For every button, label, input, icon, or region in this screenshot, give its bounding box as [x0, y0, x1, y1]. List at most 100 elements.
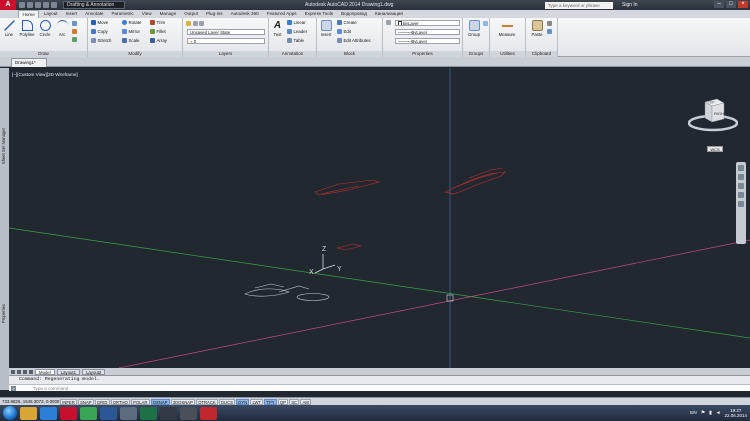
pan-icon[interactable]: [738, 174, 744, 180]
edit-attributes-button[interactable]: Edit Attributes: [337, 38, 371, 43]
showmotion-icon[interactable]: [738, 201, 744, 207]
flag-icon[interactable]: ⚑: [701, 411, 705, 416]
search-input[interactable]: Type a keyword or phrase: [545, 1, 613, 9]
status-toggle-ortho[interactable]: ORTHO: [110, 398, 130, 405]
network-icon[interactable]: ▮: [709, 411, 712, 416]
volume-icon[interactable]: ◄: [716, 411, 721, 416]
text-tool[interactable]: A Text: [271, 20, 284, 37]
status-toggle-tpy[interactable]: TPY: [264, 398, 277, 405]
group-extra[interactable]: [483, 21, 488, 26]
drawing-canvas[interactable]: Z Y X: [9, 68, 750, 368]
model-tab[interactable]: Model: [35, 368, 55, 375]
status-toggle-ducs[interactable]: DUCS: [218, 398, 236, 405]
match-properties-button[interactable]: [386, 20, 391, 25]
scale-button[interactable]: Scale: [122, 38, 139, 43]
line-tool[interactable]: Line: [2, 20, 16, 37]
sheet-set-manager-tab[interactable]: Sheet Set Manager: [1, 128, 6, 164]
open-icon[interactable]: [27, 2, 33, 8]
create-button[interactable]: Create: [337, 20, 357, 25]
language-indicator[interactable]: EN: [690, 411, 697, 416]
new-icon[interactable]: [19, 2, 25, 8]
leader-button[interactable]: Leader: [287, 29, 307, 34]
status-toggle-infer[interactable]: INFER: [60, 398, 77, 405]
mirror-button[interactable]: Mirror: [122, 29, 140, 34]
cut-button[interactable]: [547, 21, 552, 26]
copy-button[interactable]: Copy: [91, 29, 108, 34]
color-dropdown[interactable]: ■ ByLayer: [395, 20, 460, 26]
workspace-dropdown[interactable]: Drafting & Annotation: [63, 1, 125, 9]
rotate-button[interactable]: Rotate: [122, 20, 141, 25]
orbit-icon[interactable]: [738, 192, 744, 198]
table-button[interactable]: Table: [287, 38, 304, 43]
ribbon-tab[interactable]: View: [138, 10, 155, 18]
status-toggle-otrack[interactable]: OTRACK: [196, 398, 218, 405]
maximize-button[interactable]: □: [726, 1, 736, 8]
close-button[interactable]: ×: [738, 1, 748, 8]
redo-icon[interactable]: [51, 2, 57, 8]
insert-tool[interactable]: Insert: [319, 20, 333, 37]
ribbon-tab[interactable]: Annotate: [82, 10, 107, 18]
word-icon[interactable]: [100, 406, 117, 420]
layer-tools-row[interactable]: [186, 21, 204, 26]
drawing-viewport[interactable]: [−][Custom View][3D Wireframe] Z Y X: [9, 68, 750, 368]
sign-in-link[interactable]: Sign In: [622, 2, 638, 8]
ribbon-tab[interactable]: Featured Apps: [263, 10, 300, 18]
status-toggle-osnap[interactable]: OSNAP: [150, 398, 170, 405]
ribbon-tab[interactable]: Водопровод: [338, 10, 371, 18]
status-toggle-sc[interactable]: SC: [289, 398, 300, 405]
status-toggle-lwt[interactable]: LWT: [250, 398, 264, 405]
media-icon[interactable]: [40, 406, 57, 420]
folder-icon[interactable]: [120, 406, 137, 420]
copy-clip-button[interactable]: [547, 29, 552, 34]
status-toggle-grid[interactable]: GRID: [94, 398, 110, 405]
clock[interactable]: 19:27 22.06.2014: [724, 408, 747, 418]
ribbon-tab[interactable]: Output: [181, 10, 202, 18]
ribbon-tab[interactable]: Канализация: [371, 10, 406, 18]
layout2-tab[interactable]: Layout2: [82, 368, 106, 375]
status-toggle-qp[interactable]: QP: [277, 398, 289, 405]
save-icon[interactable]: [35, 2, 41, 8]
first-layout-arrow-icon[interactable]: [11, 369, 15, 374]
application-menu-button[interactable]: A: [0, 0, 16, 10]
acrobat-icon[interactable]: [200, 406, 217, 420]
properties-palette-tab[interactable]: Properties: [1, 304, 6, 323]
prev-layout-arrow-icon[interactable]: [17, 369, 21, 374]
chrome-icon[interactable]: [80, 406, 97, 420]
document-tab[interactable]: Drawing1*: [11, 58, 47, 67]
ribbon-tab[interactable]: Parametric: [108, 10, 137, 18]
circle-tool[interactable]: Circle: [38, 20, 52, 37]
move-button[interactable]: Move: [91, 20, 108, 25]
linetype-dropdown[interactable]: ———— ByLayer: [395, 38, 460, 44]
draw-extra-2[interactable]: [72, 29, 77, 34]
next-layout-arrow-icon[interactable]: [23, 369, 27, 374]
linear-button[interactable]: Linear: [287, 20, 306, 25]
draw-extra-1[interactable]: [72, 21, 77, 26]
stretch-button[interactable]: Stretch: [91, 38, 111, 43]
ribbon-tab[interactable]: Layout: [40, 10, 61, 18]
minimize-button[interactable]: –: [714, 1, 724, 8]
zoom-icon[interactable]: [738, 183, 744, 189]
ribbon-tab[interactable]: Manage: [156, 10, 180, 18]
viewcube[interactable]: RIGHT TOP: [688, 96, 738, 134]
ribbon-tab[interactable]: Home: [18, 10, 40, 18]
draw-extra-3[interactable]: [72, 37, 77, 42]
ribbon-tab[interactable]: Plug-ins: [202, 10, 226, 18]
last-layout-arrow-icon[interactable]: [29, 369, 33, 374]
trim-button[interactable]: Trim: [150, 20, 165, 25]
ribbon-tab[interactable]: Express Tools: [301, 10, 337, 18]
layout1-tab[interactable]: Layout1: [56, 368, 81, 375]
lineweight-dropdown[interactable]: ———— ByLayer: [395, 29, 460, 35]
start-button[interactable]: [3, 406, 17, 420]
command-input[interactable]: × Type a command: [9, 384, 750, 391]
ribbon-tab[interactable]: Autodesk 360: [227, 10, 262, 18]
status-toggle-3dosnap[interactable]: 3DOSNAP: [170, 398, 195, 405]
status-toggle-polar[interactable]: POLAR: [130, 398, 150, 405]
status-toggle-snap[interactable]: SNAP: [77, 398, 94, 405]
polyline-tool[interactable]: Polyline: [18, 20, 36, 37]
array-button[interactable]: Array: [150, 38, 167, 43]
undo-icon[interactable]: [43, 2, 49, 8]
close-command-icon[interactable]: ×: [11, 385, 16, 391]
layer-state-dropdown[interactable]: Unsaved Layer State: [187, 29, 265, 35]
measure-tool[interactable]: Measure: [494, 20, 520, 37]
terminal-icon[interactable]: [160, 406, 177, 420]
